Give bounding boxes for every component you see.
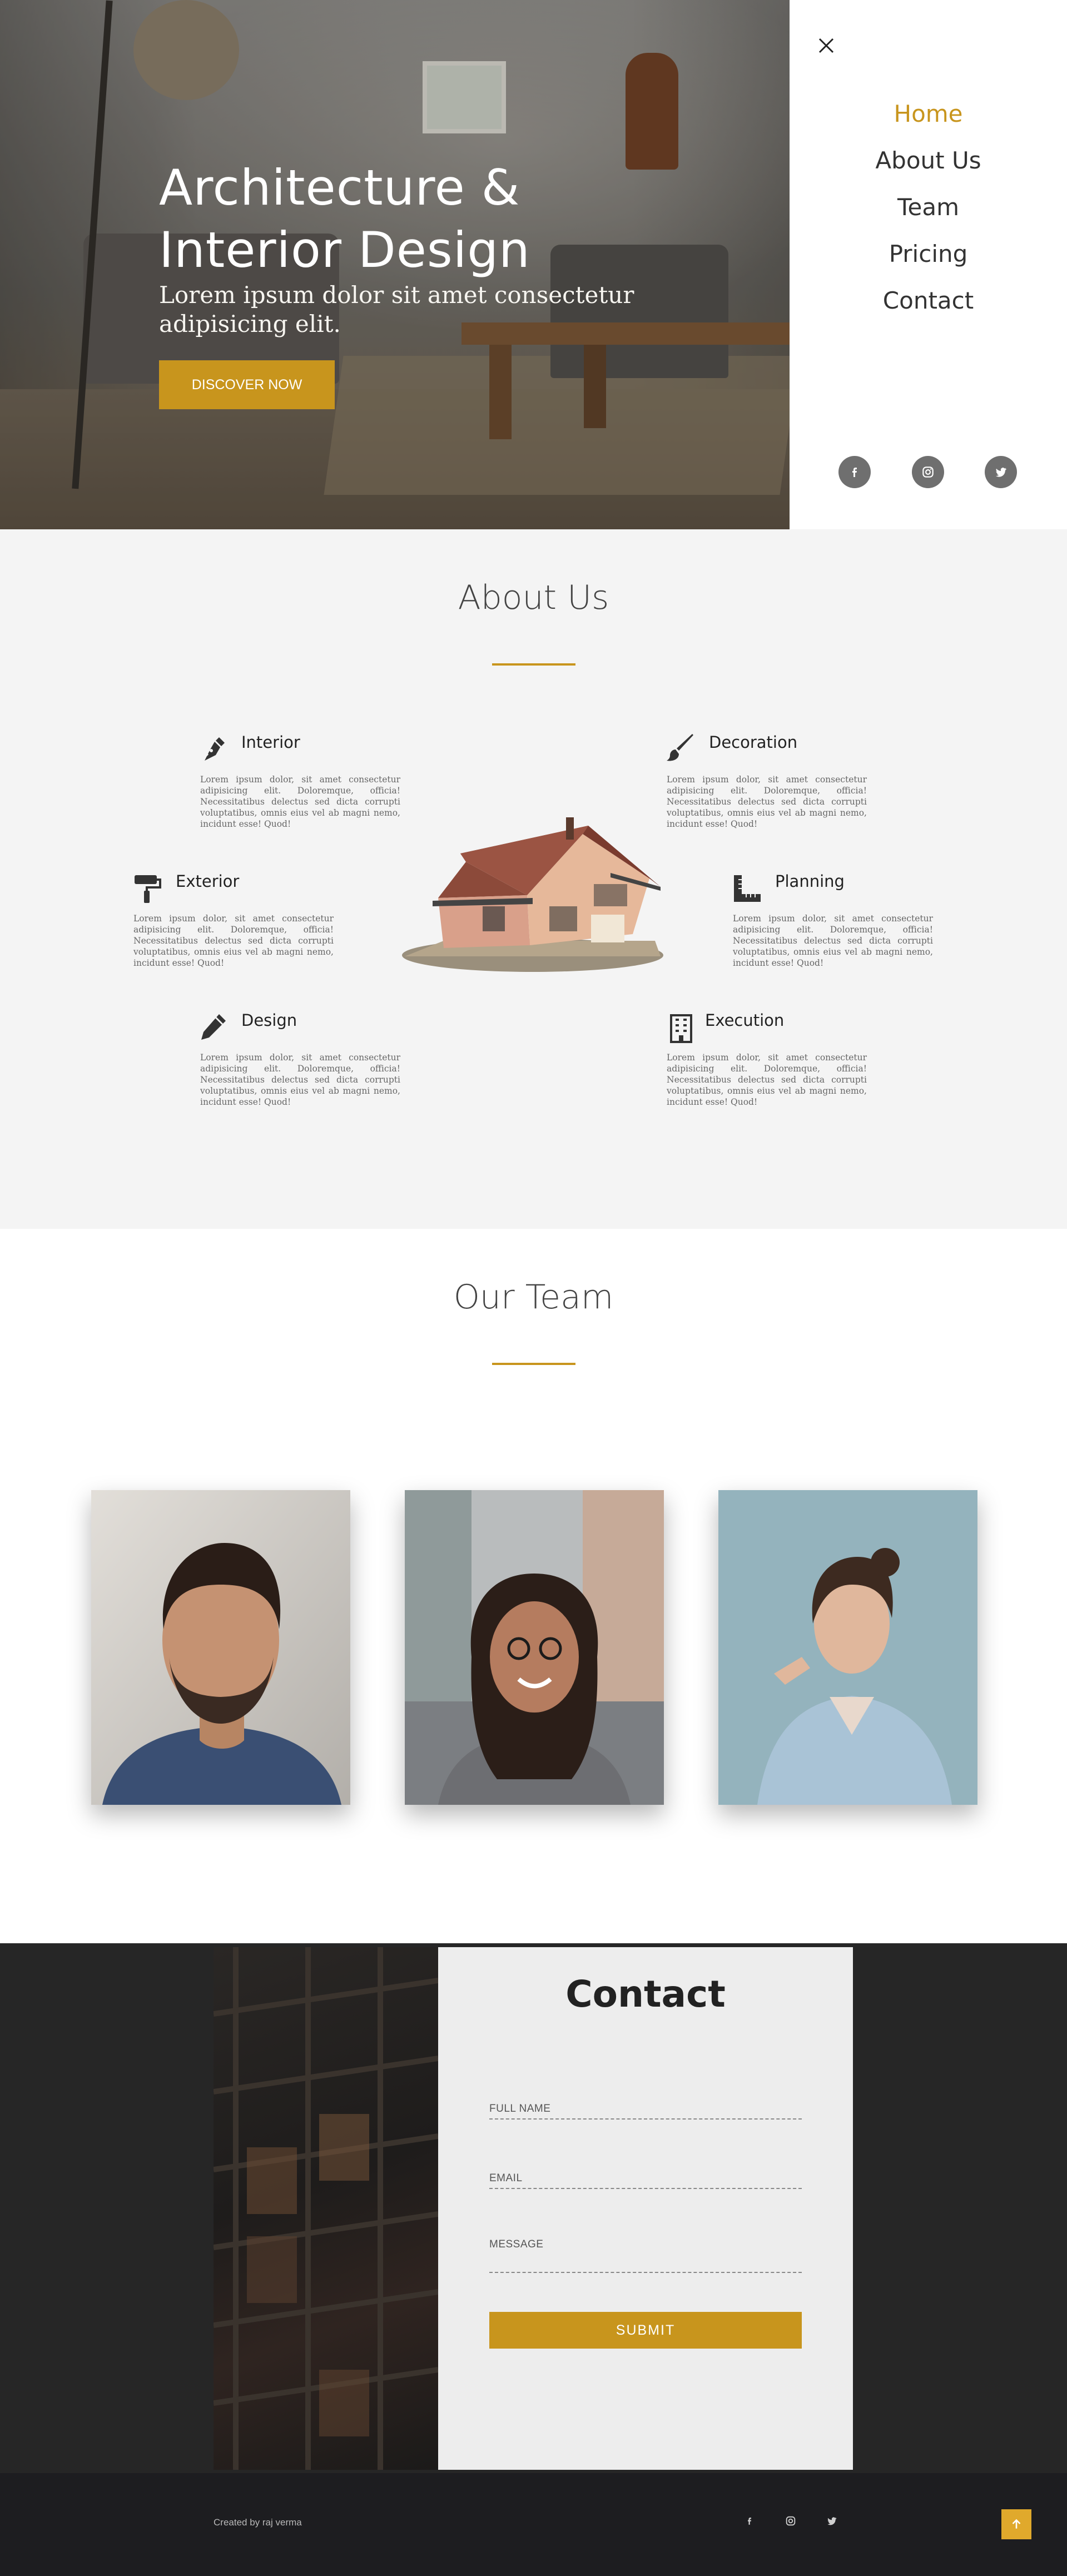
feature-text: Lorem ipsum dolor, sit amet consectetur … xyxy=(667,775,867,829)
email-label: EMAIL xyxy=(489,2172,523,2184)
hero-title-line: Interior Design xyxy=(159,221,530,279)
nav-item-pricing[interactable]: Pricing xyxy=(790,240,1067,267)
team-member-photo xyxy=(91,1490,350,1805)
paint-brush-icon xyxy=(666,733,697,764)
nav-item-contact[interactable]: Contact xyxy=(790,287,1067,314)
nav-item-about[interactable]: About Us xyxy=(790,147,1067,174)
hero-title-line: Architecture & xyxy=(159,159,520,216)
feature-title: Exterior xyxy=(176,872,240,891)
message-field[interactable] xyxy=(489,2272,802,2273)
hero-title: Architecture & Interior Design xyxy=(159,157,604,281)
building-icon xyxy=(666,1013,697,1044)
feature-text: Lorem ipsum dolor, sit amet consectetur … xyxy=(200,1053,400,1107)
full-name-label: FULL NAME xyxy=(489,2103,551,2115)
hero-subtitle-line: adipisicing elit. xyxy=(159,310,341,337)
feature-text: Lorem ipsum dolor, sit amet consectetur … xyxy=(667,1053,867,1107)
facebook-icon[interactable] xyxy=(742,2513,757,2529)
paint-roller-icon xyxy=(132,873,163,904)
facebook-icon[interactable] xyxy=(838,456,871,488)
contact-building-image xyxy=(214,1947,438,2470)
instagram-icon[interactable] xyxy=(783,2513,798,2529)
hero-subtitle-line: Lorem ipsum dolor sit amet consectetur xyxy=(159,281,634,309)
contact-title: Contact xyxy=(565,1973,726,2016)
feature-text: Lorem ipsum dolor, sit amet consectetur … xyxy=(133,914,334,968)
submit-button[interactable]: SUBMIT xyxy=(489,2312,802,2349)
feature-title: Interior xyxy=(241,733,300,752)
twitter-icon[interactable] xyxy=(985,456,1017,488)
email-field[interactable] xyxy=(489,2188,802,2189)
nav-item-team[interactable]: Team xyxy=(790,193,1067,221)
close-icon[interactable] xyxy=(814,33,838,58)
house-image xyxy=(399,795,666,973)
instagram-icon[interactable] xyxy=(912,456,944,488)
feature-title: Planning xyxy=(775,872,845,891)
arrow-up-icon xyxy=(1012,2519,1021,2529)
message-label: MESSAGE xyxy=(489,2239,544,2250)
team-title-underline xyxy=(492,1363,575,1365)
team-title: Our Team xyxy=(453,1278,614,1317)
about-title: About Us xyxy=(458,578,609,617)
contact-form-card xyxy=(438,1947,853,2470)
pen-nib-icon xyxy=(197,734,228,765)
feature-title: Decoration xyxy=(709,733,798,752)
feature-text: Lorem ipsum dolor, sit amet consectetur … xyxy=(200,775,400,829)
discover-now-button[interactable]: DISCOVER NOW xyxy=(159,360,335,409)
hero-subtitle: Lorem ipsum dolor sit amet consectetur a… xyxy=(159,281,659,339)
team-member-photo xyxy=(405,1490,664,1805)
footer xyxy=(0,2473,1067,2576)
feature-title: Execution xyxy=(705,1011,785,1030)
nav-item-home[interactable]: Home xyxy=(790,100,1067,127)
feature-text: Lorem ipsum dolor, sit amet consectetur … xyxy=(733,914,933,968)
full-name-field[interactable] xyxy=(489,2118,802,2120)
scroll-to-top-button[interactable] xyxy=(1001,2509,1031,2539)
feature-title: Design xyxy=(241,1011,297,1030)
twitter-icon[interactable] xyxy=(824,2513,840,2529)
about-title-underline xyxy=(492,663,575,666)
footer-credit: Created by raj verma xyxy=(214,2517,302,2528)
pencil-icon xyxy=(197,1012,228,1043)
ruler-combined-icon xyxy=(732,873,763,904)
team-member-photo xyxy=(718,1490,977,1805)
